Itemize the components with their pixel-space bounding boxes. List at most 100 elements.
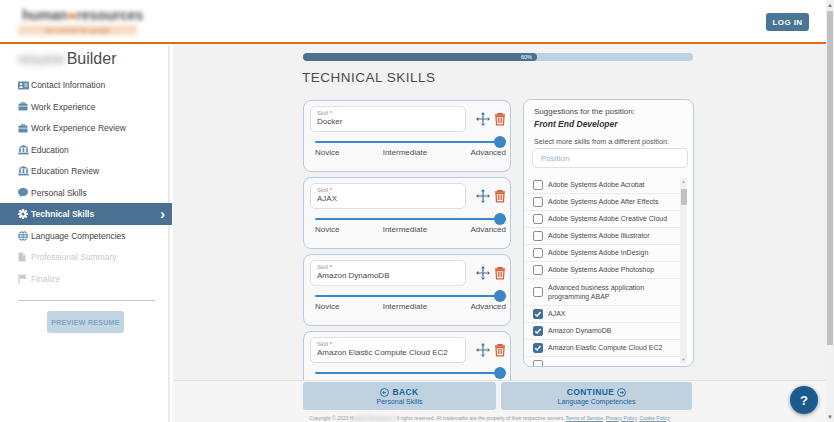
move-icon[interactable] bbox=[476, 112, 490, 126]
scroll-down-icon[interactable]: ▼ bbox=[826, 413, 834, 421]
suggestion-label: Adobe Systems Adobe Illustrator bbox=[548, 231, 650, 240]
move-icon[interactable] bbox=[476, 189, 490, 203]
list-scroll-up-icon[interactable]: ▲ bbox=[680, 178, 687, 186]
suggestion-row[interactable]: Adobe Systems Adobe Photoshop bbox=[524, 262, 680, 279]
suggestion-row[interactable]: AJAX bbox=[524, 306, 680, 323]
suggestion-label: AJAX bbox=[548, 309, 566, 318]
checkbox[interactable] bbox=[533, 214, 543, 224]
checkbox[interactable] bbox=[533, 265, 543, 275]
page-scrollbar[interactable]: ▲ ▼ bbox=[826, 0, 834, 422]
terms-link[interactable]: Terms of Service bbox=[566, 415, 603, 421]
skill-level-slider[interactable] bbox=[315, 372, 506, 375]
slider-thumb[interactable] bbox=[494, 367, 506, 379]
suggestion-row[interactable]: Adobe Systems Adobe Creative Cloud bbox=[524, 211, 680, 228]
login-button[interactable]: LOG IN bbox=[766, 13, 809, 31]
sidebar-nav: Contact Information Work ExperienceWork E… bbox=[0, 74, 172, 289]
sidebar-item-technical-skills[interactable]: Technical Skills› bbox=[0, 203, 172, 225]
checkbox[interactable] bbox=[533, 248, 543, 258]
skill-input[interactable]: Skill *Amazon DynamoDB bbox=[310, 260, 466, 286]
cookie-link[interactable]: Cookie Policy bbox=[639, 415, 669, 421]
checkbox[interactable] bbox=[533, 360, 543, 367]
suggestion-row[interactable]: Adobe Systems Adobe InDesign bbox=[524, 245, 680, 262]
sidebar: resume Builder Contact Information Work E… bbox=[0, 46, 170, 422]
document-icon bbox=[18, 252, 29, 262]
sidebar-item-education-review[interactable]: Education Review bbox=[0, 160, 172, 182]
continue-button[interactable]: CONTINUE Language Competencies bbox=[501, 382, 692, 410]
suggestion-row[interactable]: Adobe Systems Adobe After Effects bbox=[524, 194, 680, 211]
level-label: Novice bbox=[315, 148, 339, 157]
trash-icon[interactable] bbox=[494, 189, 506, 203]
page-title: TECHNICAL SKILLS bbox=[302, 70, 436, 85]
position-input[interactable]: Position bbox=[532, 148, 688, 168]
trash-icon[interactable] bbox=[494, 266, 506, 280]
skill-input[interactable]: Skill *Amazon Elastic Compute Cloud EC2 bbox=[310, 337, 466, 363]
skill-input-value: Amazon Elastic Compute Cloud EC2 bbox=[317, 348, 459, 357]
sidebar-item-label: Contact Information bbox=[31, 80, 105, 90]
suggestion-row[interactable]: Adobe Systems Adobe Illustrator bbox=[524, 228, 680, 245]
level-label: Advanced bbox=[470, 225, 506, 234]
sidebar-item-language-competencies[interactable]: Language Competencies bbox=[0, 225, 172, 247]
suggestions-panel: Suggestions for the position: Front End … bbox=[523, 99, 694, 367]
level-label: Novice bbox=[315, 225, 339, 234]
list-scrollbar[interactable]: ▲ ▼ bbox=[680, 178, 687, 364]
level-label: Advanced bbox=[470, 148, 506, 157]
checkbox[interactable] bbox=[533, 197, 543, 207]
trash-icon[interactable] bbox=[494, 343, 506, 357]
gear-icon bbox=[18, 209, 29, 219]
move-icon[interactable] bbox=[476, 266, 490, 280]
suggestion-label: Amazon DynamoDB bbox=[548, 326, 611, 335]
briefcase-icon bbox=[18, 102, 29, 112]
suggestion-row[interactable]: Adobe Systems Adobe Acrobat bbox=[524, 177, 680, 194]
scroll-up-icon[interactable]: ▲ bbox=[826, 1, 834, 9]
checkbox[interactable] bbox=[533, 180, 543, 190]
privacy-link[interactable]: Privacy Policy bbox=[606, 415, 637, 421]
level-label: Intermediate bbox=[383, 302, 427, 311]
trash-icon[interactable] bbox=[494, 112, 506, 126]
list-scroll-down-icon[interactable]: ▼ bbox=[680, 356, 687, 364]
scroll-thumb[interactable] bbox=[827, 11, 833, 345]
suggestion-row[interactable] bbox=[524, 357, 680, 367]
move-icon[interactable] bbox=[476, 343, 490, 357]
slider-thumb[interactable] bbox=[494, 213, 506, 225]
checkbox[interactable] bbox=[533, 326, 543, 336]
sidebar-item-work-experience-review[interactable]: Work Experience Review bbox=[0, 117, 172, 139]
suggestion-row[interactable]: Advanced business application programmin… bbox=[524, 279, 680, 306]
chevron-right-icon: › bbox=[160, 206, 165, 222]
preview-resume-button[interactable]: PREVIEW RESUME bbox=[47, 311, 124, 333]
help-button[interactable]: ? bbox=[790, 386, 818, 414]
skill-level-slider[interactable] bbox=[315, 295, 506, 298]
sidebar-item-finalize: Finalize bbox=[0, 268, 172, 290]
logo[interactable]: human●resources we connect the people bbox=[18, 7, 138, 39]
suggestion-label: Adobe Systems Adobe InDesign bbox=[548, 248, 648, 257]
checkbox[interactable] bbox=[533, 309, 543, 319]
slider-thumb[interactable] bbox=[494, 290, 506, 302]
slider-thumb[interactable] bbox=[494, 136, 506, 148]
back-button[interactable]: BACK Personal Skills bbox=[303, 382, 496, 410]
sidebar-title: resume Builder bbox=[18, 48, 117, 70]
suggestions-position: Front End Developer bbox=[534, 119, 618, 129]
sidebar-item-label: Education Review bbox=[31, 166, 99, 176]
school-building-icon bbox=[18, 145, 29, 155]
checkbox[interactable] bbox=[533, 343, 543, 353]
contact-card-icon bbox=[18, 80, 29, 90]
suggestion-label: Adobe Systems Adobe Creative Cloud bbox=[548, 214, 667, 223]
suggestion-label: Amazon Elastic Compute Cloud EC2 bbox=[548, 343, 662, 352]
checkbox[interactable] bbox=[533, 231, 543, 241]
list-scroll-thumb[interactable] bbox=[681, 189, 687, 205]
level-label: Advanced bbox=[470, 302, 506, 311]
sidebar-item-work-experience[interactable]: Work Experience bbox=[0, 96, 172, 118]
sidebar-item-contact-information[interactable]: Contact Information bbox=[0, 74, 172, 96]
suggestion-row[interactable]: Amazon Elastic Compute Cloud EC2 bbox=[524, 340, 680, 357]
skill-input[interactable]: Skill *Docker bbox=[310, 106, 466, 132]
checkbox[interactable] bbox=[533, 287, 543, 297]
skill-input[interactable]: Skill *AJAX bbox=[310, 183, 466, 209]
sidebar-item-education[interactable]: Education bbox=[0, 139, 172, 161]
suggestion-row[interactable]: Amazon DynamoDB bbox=[524, 323, 680, 340]
skill-level-slider[interactable] bbox=[315, 141, 506, 144]
skill-input-value: AJAX bbox=[317, 194, 459, 203]
level-label: Intermediate bbox=[383, 225, 427, 234]
suggestions-select-label: Select more skills from a different posi… bbox=[534, 137, 669, 146]
sidebar-item-personal-skills[interactable]: Personal Skills bbox=[0, 182, 172, 204]
suggestion-label: Adobe Systems Adobe Photoshop bbox=[548, 265, 654, 274]
skill-level-slider[interactable] bbox=[315, 218, 506, 221]
